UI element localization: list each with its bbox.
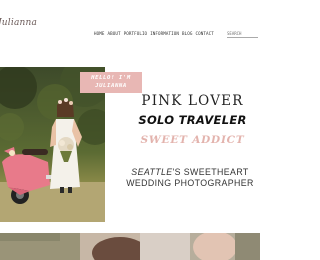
headline-solo-traveler: SOLO TRAVELER <box>138 113 247 127</box>
nav-portfolio[interactable]: PORTFOLIO <box>124 31 148 38</box>
tagline-city: SEATTLE <box>131 167 173 177</box>
tagline-line1: SEATTLE'S SWEETHEART <box>125 167 255 177</box>
bottom-photo-strip <box>0 233 260 260</box>
nav-home[interactable]: HOME <box>94 31 104 38</box>
site-logo[interactable]: Julianna <box>0 18 40 38</box>
hello-badge: HELLO! I'M JULIANNA <box>80 72 142 93</box>
main-nav: HOME ABOUT PORTFOLIO INFORMATION BLOG CO… <box>94 31 214 38</box>
badge-line1: HELLO! I'M <box>91 75 131 81</box>
badge-line2: JULIANNA <box>95 83 127 89</box>
nav-contact[interactable]: CONTACT <box>196 31 214 38</box>
nav-information[interactable]: INFORMATION <box>150 31 179 38</box>
tagline-rest: 'S SWEETHEART <box>172 167 249 177</box>
headline-pink-lover: PINK LOVER <box>141 93 244 109</box>
search-input[interactable] <box>227 29 258 38</box>
nav-blog[interactable]: BLOG <box>182 31 192 38</box>
headline-sweet-addict: SWEET ADDICT <box>140 134 245 146</box>
nav-about[interactable]: ABOUT <box>107 31 120 38</box>
couple-photo <box>0 233 260 260</box>
tagline-line2: WEDDING PHOTOGRAPHER <box>126 178 254 188</box>
